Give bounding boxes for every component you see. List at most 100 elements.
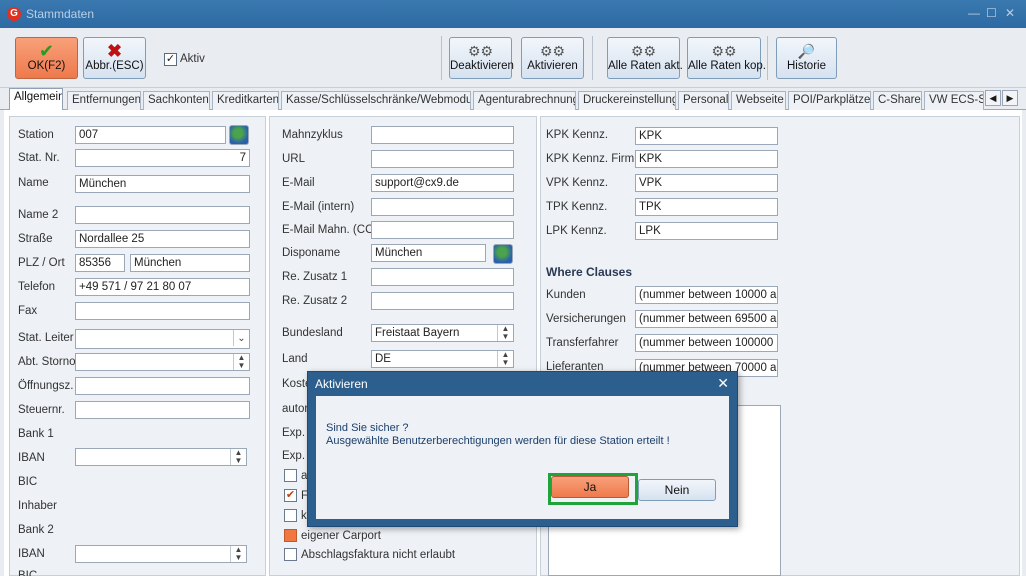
email-intern-field[interactable]	[371, 198, 514, 216]
bank2-label: Bank 2	[18, 524, 54, 536]
ok-label: OK(F2)	[27, 60, 66, 72]
kunden-field[interactable]: (nummer between 10000 and	[635, 286, 778, 304]
nein-button[interactable]: Nein	[638, 479, 716, 501]
disponame-field[interactable]: München	[371, 244, 486, 262]
iban2-spinner[interactable]: ▲ ▼	[75, 545, 247, 563]
tab-druckereinstellung[interactable]: Druckereinstellung	[578, 91, 676, 110]
re-zusatz2-field[interactable]	[371, 292, 514, 310]
url-label: URL	[282, 153, 306, 165]
email-label: E-Mail	[282, 177, 315, 189]
land-spinner[interactable]: DE ▲ ▼	[371, 350, 514, 368]
cancel-label: Abbr.(ESC)	[85, 60, 144, 72]
tab-sachkonten[interactable]: Sachkonten	[143, 91, 210, 110]
deaktivieren-button[interactable]: ⚙⚙ Deaktivieren	[449, 37, 514, 79]
stat-leiter-select[interactable]: ⌄	[75, 329, 250, 349]
tab-agenturabrechnung[interactable]: Agenturabrechnung	[473, 91, 576, 110]
versicherungen-label: Versicherungen	[546, 313, 626, 325]
eigener-carport-checkbox[interactable]	[284, 529, 297, 542]
bundesland-value: Freistaat Bayern	[375, 327, 460, 339]
vpk-label: VPK Kennz.	[546, 177, 609, 189]
land-value: DE	[375, 353, 391, 365]
historie-button[interactable]: 🔎 Historie	[776, 37, 837, 79]
bic2-label: BIC	[18, 570, 38, 576]
abt-storno-label: Abt. Storno	[18, 356, 76, 368]
bundesland-spinner[interactable]: Freistaat Bayern ▲ ▼	[371, 324, 514, 342]
stat-leiter-label: Stat. Leiter	[18, 332, 74, 344]
tab-bar: Allgemein Entfernungen Sachkonten Kredit…	[0, 88, 1026, 110]
iban1-spinner[interactable]: ▲ ▼	[75, 448, 247, 466]
app-icon: G	[7, 7, 21, 21]
deaktivieren-label: Deaktivieren	[450, 60, 514, 72]
dialog-body: Sind Sie sicher ? Ausgewählte Benutzerbe…	[316, 396, 729, 519]
title-bar: G Stammdaten — ☐ ✕	[0, 0, 1026, 28]
oeffnungsz-field[interactable]	[75, 377, 250, 395]
abt-storno-spinner[interactable]: ▲ ▼	[75, 353, 250, 371]
alle-raten-kop-label: Alle Raten kop.	[688, 60, 766, 72]
exp1-label: Exp.	[282, 427, 306, 439]
toolbar-divider	[767, 36, 768, 80]
cross-icon: ✖	[106, 41, 123, 61]
strasse-field[interactable]: Nordallee 25	[75, 230, 250, 248]
re-zusatz1-field[interactable]	[371, 268, 514, 286]
tpk-field[interactable]: TPK	[635, 198, 778, 216]
tab-allgemein[interactable]: Allgemein	[9, 88, 63, 110]
email-intern-label: E-Mail (intern)	[282, 201, 355, 213]
maximize-icon[interactable]: ☐	[986, 6, 997, 20]
name-label: Name	[18, 177, 49, 189]
cancel-button[interactable]: ✖ Abbr.(ESC)	[83, 37, 146, 79]
tab-vw-ecs[interactable]: VW ECS-St	[924, 91, 984, 110]
tab-scroll-left-icon[interactable]: ◀	[985, 90, 1001, 106]
kpk-firm-field[interactable]: KPK	[635, 150, 778, 168]
bundesland-label: Bundesland	[282, 327, 343, 339]
ok-button[interactable]: ✔ OK(F2)	[15, 37, 78, 79]
stat-nr-field[interactable]: 7	[75, 149, 250, 167]
email-mahn-field[interactable]	[371, 221, 514, 239]
re-zusatz1-label: Re. Zusatz 1	[282, 271, 348, 283]
plz-field[interactable]: 85356	[75, 254, 125, 272]
ja-button[interactable]: Ja	[551, 476, 629, 498]
minimize-icon[interactable]: —	[968, 6, 980, 20]
name2-field[interactable]	[75, 206, 250, 224]
name-field[interactable]: München	[75, 175, 250, 193]
option-k-checkbox[interactable]	[284, 509, 297, 522]
url-field[interactable]	[371, 150, 514, 168]
tab-scroll-right-icon[interactable]: ▶	[1002, 90, 1018, 106]
globe-icon[interactable]	[229, 125, 249, 145]
transferfahrer-label: Transferfahrer	[546, 337, 619, 349]
tab-kasse[interactable]: Kasse/Schlüsselschränke/Webmodul	[281, 91, 471, 110]
kpk-field[interactable]: KPK	[635, 127, 778, 145]
aktivieren-button[interactable]: ⚙⚙ Aktivieren	[521, 37, 584, 79]
option-a-checkbox[interactable]	[284, 469, 297, 482]
tab-poi-parkplaetze[interactable]: POI/Parkplätze	[788, 91, 871, 110]
lpk-field[interactable]: LPK	[635, 222, 778, 240]
email-field[interactable]: support@cx9.de	[371, 174, 514, 192]
globe-icon[interactable]	[493, 244, 513, 264]
iban1-label: IBAN	[18, 452, 45, 464]
mahnzyklus-field[interactable]	[371, 126, 514, 144]
abschlagsfaktura-checkbox[interactable]	[284, 548, 297, 561]
spin-icon: ▲ ▼	[230, 546, 246, 562]
transferfahrer-field[interactable]: (nummer between 100000 an	[635, 334, 778, 352]
inhaber-label: Inhaber	[18, 500, 58, 512]
versicherungen-field[interactable]: (nummer between 69500 and	[635, 310, 778, 328]
station-field[interactable]: 007	[75, 126, 226, 144]
alle-raten-akt-button[interactable]: ⚙⚙ Alle Raten akt.	[607, 37, 683, 79]
steuernr-field[interactable]	[75, 401, 250, 419]
vpk-field[interactable]: VPK	[635, 174, 778, 192]
tab-entfernungen[interactable]: Entfernungen	[67, 91, 141, 110]
fax-field[interactable]	[75, 302, 250, 320]
ort-field[interactable]: München	[130, 254, 250, 272]
tab-personal[interactable]: Personal	[678, 91, 729, 110]
telefon-field[interactable]: +49 571 / 97 21 80 07	[75, 278, 250, 296]
close-icon[interactable]: ✕	[717, 375, 729, 392]
close-icon[interactable]: ✕	[1005, 6, 1015, 20]
option-f-checkbox[interactable]: ✔	[284, 489, 297, 502]
tab-webseite[interactable]: Webseite	[731, 91, 786, 110]
history-icon: 🔎	[797, 43, 816, 59]
tab-kreditkarten[interactable]: Kreditkarten	[212, 91, 279, 110]
aktiv-checkbox[interactable]: ✓	[164, 53, 177, 66]
bic-label: BIC	[18, 476, 38, 488]
alle-raten-kop-button[interactable]: ⚙⚙ Alle Raten kop.	[687, 37, 766, 79]
spin-icon: ▲ ▼	[497, 351, 513, 367]
tab-c-share[interactable]: C-Share	[873, 91, 922, 110]
